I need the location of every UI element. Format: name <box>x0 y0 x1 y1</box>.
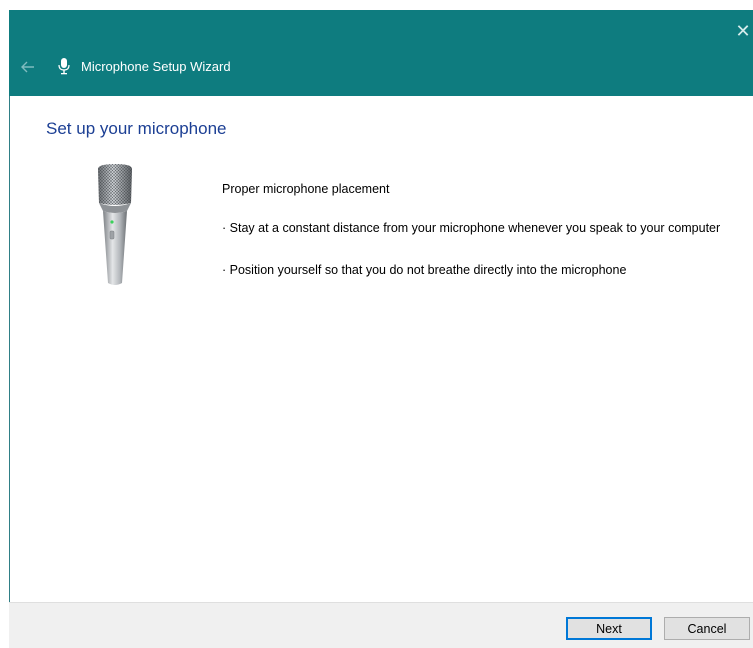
microphone-illustration <box>98 164 132 285</box>
close-button[interactable]: ✕ <box>733 20 753 44</box>
back-arrow-icon <box>21 61 34 73</box>
placement-tip-distance: · Stay at a constant distance from your … <box>222 221 721 235</box>
close-icon: ✕ <box>735 21 751 42</box>
microphone-icon <box>58 58 70 75</box>
microphone-setup-wizard-window: ✕ Microphone Setup Wizard Set up your mi… <box>0 0 753 648</box>
window-title: Microphone Setup Wizard <box>81 59 231 74</box>
placement-title: Proper microphone placement <box>222 182 390 196</box>
next-button[interactable]: Next <box>566 617 652 640</box>
title-bar: ✕ Microphone Setup Wizard <box>9 10 753 96</box>
page-heading: Set up your microphone <box>46 119 227 138</box>
placement-tip-breathing: · Position yourself so that you do not b… <box>222 263 627 277</box>
window-left-border <box>9 95 10 635</box>
wizard-footer: Next Cancel <box>9 602 753 648</box>
cancel-button[interactable]: Cancel <box>664 617 750 640</box>
back-button[interactable] <box>17 56 39 78</box>
